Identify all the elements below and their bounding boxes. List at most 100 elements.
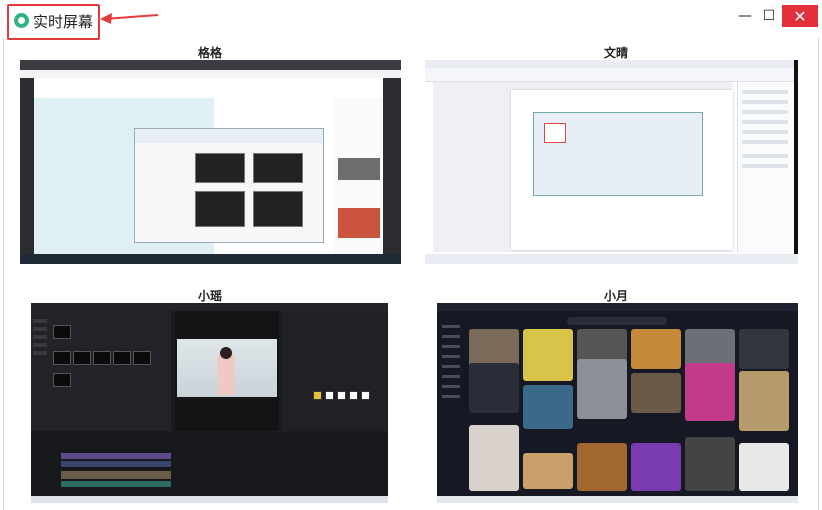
video-card <box>523 329 573 381</box>
template-tile <box>93 351 111 365</box>
sidebar-column <box>334 98 384 258</box>
feed-nav-item <box>442 395 460 398</box>
doc-embedded-screenshot <box>533 112 703 196</box>
feed-top-bar <box>437 303 798 311</box>
app-logo-icon <box>14 13 29 28</box>
browser-address-bar <box>20 70 401 78</box>
screen-thumbnail-3[interactable] <box>31 303 388 503</box>
style-swatch <box>361 391 370 400</box>
file-thumbnail <box>253 191 303 227</box>
video-card <box>523 453 573 489</box>
video-card <box>739 443 789 491</box>
template-tile <box>53 325 71 339</box>
video-card <box>685 363 735 421</box>
template-tile <box>53 373 71 387</box>
video-card <box>577 443 627 491</box>
app-title: 实时屏幕 <box>33 13 94 31</box>
timeline-track <box>61 461 171 467</box>
library-nav-item <box>33 343 47 347</box>
doc-tab-bar <box>425 60 798 68</box>
video-card <box>631 443 681 491</box>
video-card <box>739 329 789 369</box>
screen-title-1: 格格 <box>197 46 222 60</box>
feed-search-box <box>567 317 667 325</box>
right-margin <box>383 78 401 254</box>
close-icon: ✕ <box>793 6 807 26</box>
editor-menu-bar <box>31 303 388 311</box>
screen-title-4: 小月 <box>603 289 628 303</box>
library-nav-item <box>33 327 47 331</box>
screen-title-3: 小瑶 <box>197 289 222 303</box>
feed-nav-item <box>442 325 460 328</box>
video-card <box>577 359 627 419</box>
style-row <box>742 154 788 158</box>
browser-tab-bar <box>20 60 401 70</box>
screen-title-2: 文晴 <box>603 46 628 60</box>
presenter-head <box>220 347 232 359</box>
left-margin <box>20 78 34 254</box>
file-thumbnail <box>253 153 303 183</box>
style-pane <box>737 82 793 252</box>
taskbar <box>437 496 798 503</box>
video-card <box>523 385 573 429</box>
pointer-arrow-icon <box>100 13 159 24</box>
style-swatch <box>325 391 334 400</box>
video-card <box>469 363 519 413</box>
style-swatch <box>313 391 322 400</box>
taskbar <box>20 254 401 264</box>
taskbar <box>31 496 388 503</box>
feed-nav-item <box>442 375 460 378</box>
timeline-track <box>61 453 171 459</box>
close-button[interactable]: ✕ <box>782 5 818 27</box>
screen-thumbnail-4[interactable] <box>437 303 798 503</box>
dialog-toolbar <box>135 129 323 143</box>
template-tile <box>53 351 71 365</box>
title-bar: 实时屏幕 — ☐ ✕ <box>0 0 822 40</box>
news-image <box>338 158 380 180</box>
feed-nav-item <box>442 385 460 388</box>
video-card <box>739 371 789 431</box>
web-page <box>34 78 386 262</box>
screen-thumbnail-2[interactable] <box>425 60 798 264</box>
maximize-button[interactable]: ☐ <box>754 6 784 26</box>
file-thumbnail <box>195 191 245 227</box>
feed-nav <box>437 311 467 496</box>
library-nav-item <box>33 319 47 323</box>
style-swatch <box>337 391 346 400</box>
feed-nav-item <box>442 335 460 338</box>
style-row <box>742 120 788 124</box>
timeline-track <box>61 471 171 479</box>
template-tile <box>73 351 91 365</box>
timeline-track <box>61 481 171 487</box>
video-card <box>685 437 735 491</box>
video-card <box>469 425 519 491</box>
video-preview <box>177 339 277 397</box>
style-row <box>742 164 788 168</box>
title-highlight-box: 实时屏幕 <box>7 4 100 40</box>
style-row <box>742 140 788 144</box>
template-tile <box>113 351 131 365</box>
taskbar <box>425 254 798 264</box>
feed-nav-item <box>442 345 460 348</box>
screen-thumbnail-1[interactable] <box>20 60 401 264</box>
video-card <box>631 373 681 413</box>
media-library <box>31 311 171 431</box>
style-row <box>742 100 788 104</box>
properties-panel <box>281 311 388 431</box>
library-nav-item <box>33 335 47 339</box>
minimize-icon: — <box>738 8 752 24</box>
feed-nav-item <box>442 365 460 368</box>
ad-image <box>338 208 380 238</box>
template-tile <box>133 351 151 365</box>
maximize-icon: ☐ <box>762 8 776 24</box>
file-dialog <box>134 128 324 243</box>
highlight-box <box>544 123 566 143</box>
timeline <box>31 433 388 503</box>
style-row <box>742 110 788 114</box>
video-card <box>631 329 681 369</box>
file-thumbnail <box>195 153 245 183</box>
style-row <box>742 130 788 134</box>
style-swatch <box>349 391 358 400</box>
right-margin <box>794 60 798 264</box>
style-row <box>742 90 788 94</box>
